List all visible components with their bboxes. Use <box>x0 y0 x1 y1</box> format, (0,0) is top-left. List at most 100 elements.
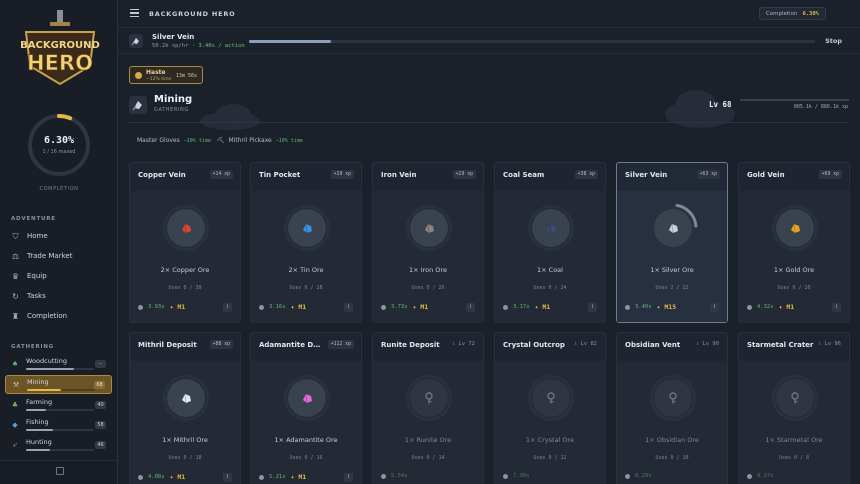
bow-icon: ➶ <box>12 441 18 449</box>
node-time: 3.40s <box>635 304 652 310</box>
clock-icon <box>259 304 264 310</box>
skill-farming[interactable]: ♣ Farming 40 <box>5 396 112 415</box>
node-time: 3.93s <box>148 304 165 310</box>
nav-home[interactable]: ⛉ Home <box>11 230 48 242</box>
node-name: Starmetal Crater <box>747 341 814 349</box>
node-footer: 8.29s <box>625 473 652 479</box>
clock-icon <box>503 473 508 479</box>
resource-node[interactable]: Gold Vein +69 xp 1× Gold Ore Uses 0 / 20 4.3… <box>738 162 850 323</box>
node-uses: Uses 0 / 26 <box>411 285 445 291</box>
node-time: 5.54s <box>391 473 408 479</box>
current-action-rate: 50.2k xp/hr · 3.40s / action <box>152 43 245 49</box>
skill-label: Woodcutting <box>26 357 67 365</box>
ore-icon <box>182 223 191 234</box>
resource-node: Crystal Outcrop ⇩ Lv 82 1× Crystal Ore Uses… <box>494 332 606 484</box>
node-xp-badge: +38 xp <box>574 170 598 179</box>
stop-button[interactable]: Stop <box>825 37 842 45</box>
skill-mining[interactable]: ⚒ Mining 68 <box>5 375 112 394</box>
pickaxe-icon <box>129 96 147 114</box>
bonus-pickaxe-label: Mithril Pickaxe <box>228 137 272 144</box>
resource-node[interactable]: Tin Pocket +19 xp 2× Tin Ore Uses 0 / 28 3.1… <box>250 162 362 323</box>
completion-caption: COMPLETION <box>39 186 79 192</box>
skill-level: 40 <box>95 401 106 409</box>
mastery-text: M1 <box>177 473 186 481</box>
skill-xp: 805.1k / 880.1k xp <box>793 104 848 110</box>
resource-node[interactable]: Copper Vein +14 xp 2× Copper Ore Uses 0 / 3… <box>129 162 241 323</box>
node-info-button[interactable]: i <box>223 473 232 482</box>
node-required-level: ⇩ Lv 82 <box>573 341 597 347</box>
background-hero-logo[interactable]: BACKGROUND HERO <box>20 10 100 92</box>
node-mastery: ✦ M1 <box>290 303 307 311</box>
node-mastery: ✦ M1 <box>169 303 186 311</box>
buff-name: Haste <box>146 69 166 76</box>
tool-bonuses: Master Gloves −10% time ⛏ Mithril Pickax… <box>137 137 303 144</box>
required-level-text: Lv 90 <box>702 341 719 347</box>
node-required-level: ⇩ Lv 90 <box>695 341 719 347</box>
mastery-text: M1 <box>298 473 307 481</box>
nav-trade-market[interactable]: ⚖ Trade Market <box>11 250 73 262</box>
resource-node[interactable]: Adamantite D… +112 xp 1× Adamantite Ore Use… <box>250 332 362 484</box>
node-required-level: ⇩ Lv 72 <box>451 341 475 347</box>
haste-buff[interactable]: Haste −12% time 13m 56s <box>129 66 203 84</box>
shield-icon: ⛉ <box>12 231 19 241</box>
resource-node[interactable]: Mithril Deposit +88 xp 1× Mithril Ore Uses … <box>129 332 241 484</box>
mastery-text: M1 <box>177 303 186 311</box>
node-info-button[interactable]: i <box>344 303 353 312</box>
skill-woodcutting[interactable]: ♠ Woodcutting – <box>5 355 112 374</box>
clock-icon <box>381 473 386 479</box>
node-produce: 1× Starmetal Ore <box>765 436 823 444</box>
collapse-sidebar-icon[interactable] <box>56 467 64 475</box>
skill-xp-bar <box>740 99 849 101</box>
completion-badge[interactable]: Completion 6.30% <box>758 7 826 20</box>
resource-node: Runite Deposit ⇩ Lv 72 1× Runite Ore Uses 0… <box>372 332 484 484</box>
node-uses: Uses 0 / 14 <box>411 455 445 461</box>
node-info-button[interactable]: i <box>466 303 475 312</box>
action-speed: 3.40s / action <box>198 43 245 49</box>
node-info-button[interactable]: i <box>710 303 719 312</box>
clock-icon <box>138 474 143 480</box>
swirl-icon: ↻ <box>12 291 19 301</box>
node-footer: 3.16s ✦ M1 <box>259 303 306 311</box>
node-uses: Uses 0 / 10 <box>655 455 689 461</box>
clock-icon <box>625 304 630 310</box>
node-info-button[interactable]: i <box>344 473 353 482</box>
skill-hunting[interactable]: ➶ Hunting 46 <box>5 436 112 455</box>
node-uses: Uses 2 / 22 <box>655 285 689 291</box>
skill-category: GATHERING <box>154 107 189 113</box>
menu-icon[interactable] <box>130 9 139 18</box>
node-footer: 5.54s <box>381 473 408 479</box>
clock-icon <box>381 304 386 310</box>
clock-icon <box>625 473 630 479</box>
completion-badge-label: Completion <box>765 10 798 17</box>
node-footer: 3.17s ✦ M1 <box>503 303 550 311</box>
node-footer: 3.40s ✦ M15 <box>625 303 676 311</box>
resource-node[interactable]: Coal Seam +38 xp 1× Coal Uses 0 / 24 3.17s ✦ … <box>494 162 606 323</box>
adventure-section-title: ADVENTURE <box>11 216 56 222</box>
resource-node[interactable]: Silver Vein +63 xp 1× Silver Ore Uses 2 / 2… <box>616 162 728 323</box>
skill-fishing[interactable]: ◆ Fishing 58 <box>5 416 112 435</box>
logo-text-top: BACKGROUND <box>20 40 100 51</box>
skill-label: Hunting <box>26 438 52 446</box>
required-level-text: Lv 82 <box>580 341 597 347</box>
resource-node[interactable]: Iron Vein +29 xp 1× Iron Ore Uses 0 / 26 3.7… <box>372 162 484 323</box>
node-time: 9.27s <box>757 473 774 479</box>
node-info-button[interactable]: i <box>588 303 597 312</box>
crown-icon: ♛ <box>11 271 20 281</box>
node-time: 5.21s <box>269 474 286 480</box>
skill-progress <box>26 449 94 451</box>
nav-equip[interactable]: ♛ Equip <box>11 270 47 282</box>
gathering-section-title: GATHERING <box>11 344 55 350</box>
node-time: 3.73s <box>391 304 408 310</box>
node-info-button[interactable]: i <box>223 303 232 312</box>
nav-completion[interactable]: ♜ Completion <box>11 310 67 322</box>
node-time: 8.29s <box>635 473 652 479</box>
node-name: Adamantite D… <box>259 341 321 349</box>
silver-ore-icon <box>129 34 143 48</box>
node-name: Crystal Outcrop <box>503 341 565 349</box>
node-xp-badge: +63 xp <box>696 170 720 179</box>
skill-progress <box>27 389 95 391</box>
node-produce: 1× Crystal Ore <box>525 436 575 444</box>
nav-tasks[interactable]: ↻ Tasks <box>11 290 46 302</box>
node-info-button[interactable]: i <box>832 303 841 312</box>
action-progress-bar <box>249 40 815 43</box>
